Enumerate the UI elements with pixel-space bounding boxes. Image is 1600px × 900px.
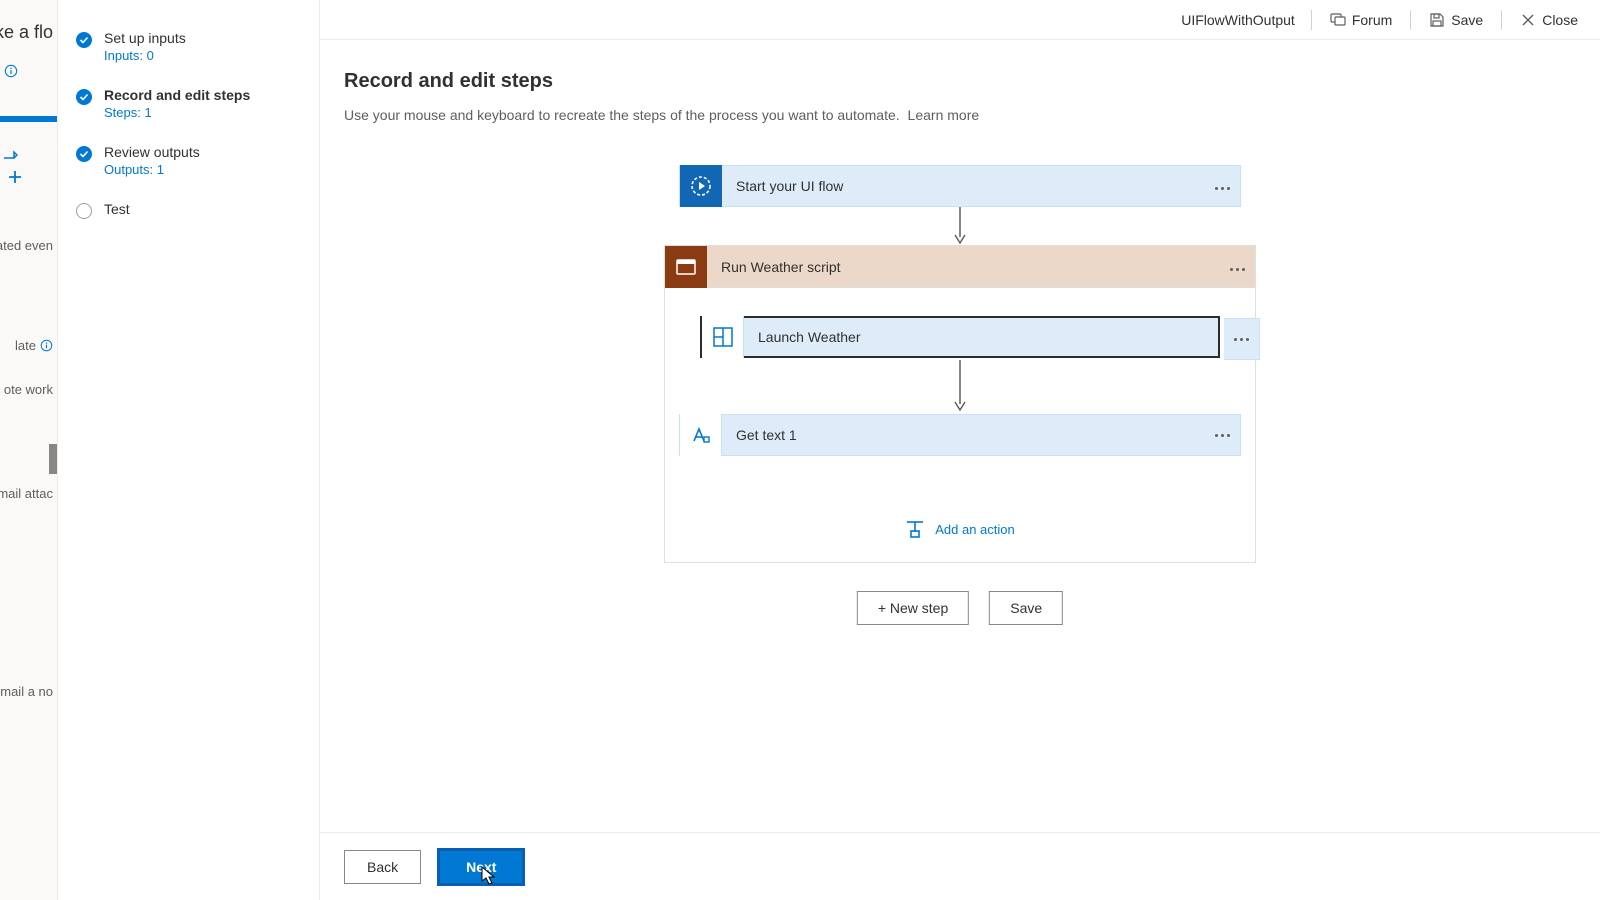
top-bar: UIFlowWithOutput Forum Save Close bbox=[320, 0, 1600, 40]
arrow-connector bbox=[952, 207, 968, 245]
back-button[interactable]: Back bbox=[344, 850, 421, 884]
bg-heading-fragment: ake a flo bbox=[0, 22, 53, 43]
bg-fragment-3: ote work bbox=[4, 382, 53, 397]
script-header[interactable]: Run Weather script bbox=[665, 246, 1255, 288]
card-menu-button[interactable] bbox=[1204, 414, 1240, 456]
separator bbox=[1311, 10, 1312, 30]
wizard-step-sub: Outputs: 1 bbox=[104, 162, 200, 177]
action-card-get-text[interactable]: Get text 1 bbox=[679, 414, 1241, 456]
canvas-save-button[interactable]: Save bbox=[989, 591, 1063, 625]
wizard-steps-sidebar: Set up inputs Inputs: 0 Record and edit … bbox=[58, 0, 320, 900]
progress-bar-fragment bbox=[0, 116, 57, 122]
checkmark-icon bbox=[76, 32, 92, 48]
bg-fragment-5: email a no bbox=[0, 684, 53, 699]
main-area: UIFlowWithOutput Forum Save Close Record… bbox=[320, 0, 1600, 900]
wizard-step-sub: Steps: 1 bbox=[104, 105, 250, 120]
save-icon bbox=[1429, 12, 1445, 28]
checkmark-icon bbox=[76, 146, 92, 162]
forum-icon bbox=[1330, 12, 1346, 28]
card-menu-button[interactable] bbox=[1224, 318, 1260, 360]
bg-fragment-4: email attac bbox=[0, 486, 53, 501]
plus-icon bbox=[8, 170, 22, 184]
page-description: Use your mouse and keyboard to recreate … bbox=[344, 107, 1576, 123]
card-menu-button[interactable] bbox=[1219, 258, 1255, 276]
wizard-step-record[interactable]: Record and edit steps Steps: 1 bbox=[76, 87, 301, 120]
wizard-step-outputs[interactable]: Review outputs Outputs: 1 bbox=[76, 144, 301, 177]
action-label: Get text 1 bbox=[722, 427, 1204, 443]
app-window-icon bbox=[702, 316, 744, 358]
card-menu-button[interactable] bbox=[1204, 177, 1240, 195]
wizard-footer: Back Next bbox=[320, 832, 1600, 900]
text-icon bbox=[680, 414, 722, 456]
flow-card-script: Run Weather script Launch Weather bbox=[664, 245, 1256, 563]
action-label: Launch Weather bbox=[744, 329, 1218, 345]
canvas-buttons: + New step Save bbox=[857, 591, 1063, 625]
terminal-icon bbox=[665, 246, 707, 288]
content-area: Record and edit steps Use your mouse and… bbox=[320, 40, 1600, 900]
wizard-step-title: Record and edit steps bbox=[104, 87, 250, 103]
separator bbox=[1501, 10, 1502, 30]
wizard-step-title: Review outputs bbox=[104, 144, 200, 160]
close-icon bbox=[1520, 12, 1536, 28]
bg-card-fragment bbox=[49, 444, 57, 474]
script-label: Run Weather script bbox=[707, 259, 1219, 275]
wizard-step-test[interactable]: Test bbox=[76, 201, 301, 219]
wizard-step-inputs[interactable]: Set up inputs Inputs: 0 bbox=[76, 30, 301, 63]
play-record-icon bbox=[680, 165, 722, 207]
add-action-button[interactable]: Add an action bbox=[677, 520, 1243, 538]
close-label: Close bbox=[1542, 12, 1578, 28]
add-action-icon bbox=[905, 520, 925, 538]
forum-button[interactable]: Forum bbox=[1322, 8, 1400, 32]
wizard-step-title: Test bbox=[104, 201, 130, 217]
background-panel: ake a flo gnated even late ote work emai… bbox=[0, 0, 58, 900]
new-step-button[interactable]: + New step bbox=[857, 591, 969, 625]
pending-step-icon bbox=[76, 203, 92, 219]
save-label: Save bbox=[1451, 12, 1483, 28]
bg-fragment-2: late bbox=[15, 338, 53, 353]
save-button[interactable]: Save bbox=[1421, 8, 1491, 32]
wizard-step-sub: Inputs: 0 bbox=[104, 48, 186, 63]
arrow-connector bbox=[952, 360, 968, 412]
flow-card-label: Start your UI flow bbox=[722, 178, 1204, 194]
forum-label: Forum bbox=[1352, 12, 1392, 28]
bg-fragment-1: gnated even bbox=[0, 238, 53, 253]
add-action-label: Add an action bbox=[935, 522, 1015, 537]
action-card-launch-weather[interactable]: Launch Weather bbox=[700, 316, 1220, 358]
flow-card-start[interactable]: Start your UI flow bbox=[679, 165, 1241, 207]
page-heading: Record and edit steps bbox=[344, 70, 1576, 93]
script-body: Launch Weather Get text 1 bbox=[665, 288, 1255, 546]
learn-more-link[interactable]: Learn more bbox=[908, 107, 980, 123]
flow-canvas: Start your UI flow Run Weather script bbox=[344, 165, 1576, 685]
flow-name: UIFlowWithOutput bbox=[1181, 12, 1295, 28]
separator bbox=[1410, 10, 1411, 30]
next-button[interactable]: Next bbox=[437, 848, 525, 886]
info-icon bbox=[4, 64, 18, 78]
wizard-step-title: Set up inputs bbox=[104, 30, 186, 46]
checkmark-icon bbox=[76, 89, 92, 105]
flow-icon bbox=[2, 148, 18, 164]
close-button[interactable]: Close bbox=[1512, 8, 1586, 32]
